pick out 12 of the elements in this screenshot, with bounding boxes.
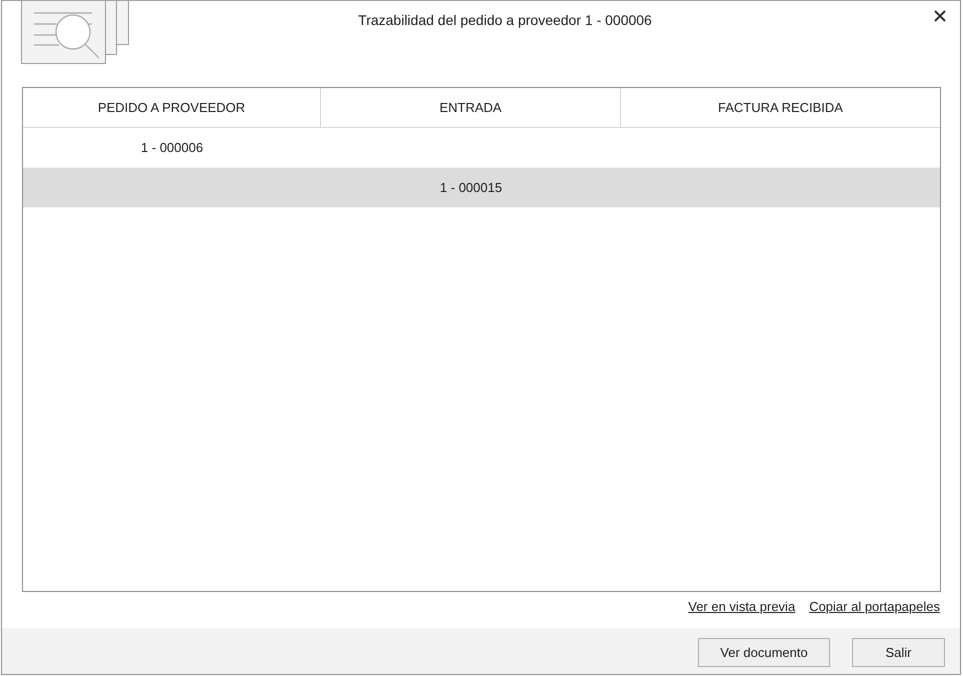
link[interactable]: Ver en vista previa — [688, 599, 796, 615]
column-header: FACTURA RECIBIDA — [717, 99, 844, 117]
table-cell: 1 - 000006 — [140, 140, 204, 155]
dialog-button[interactable]: Salir — [852, 638, 945, 667]
column-header: ENTRADA — [321, 88, 621, 127]
table-row[interactable]: 1 - 000015 — [23, 168, 940, 208]
dialog-button[interactable]: Ver documento — [698, 638, 830, 667]
table-cell: 1 - 000015 — [440, 180, 502, 195]
window-title: Trazabilidad del pedido a proveedor 1 - 000006 — [357, 12, 653, 28]
close-icon — [934, 10, 946, 22]
link[interactable]: Copiar al portapapeles — [809, 599, 940, 615]
column-header: PEDIDO A PROVEEDOR — [23, 88, 321, 127]
